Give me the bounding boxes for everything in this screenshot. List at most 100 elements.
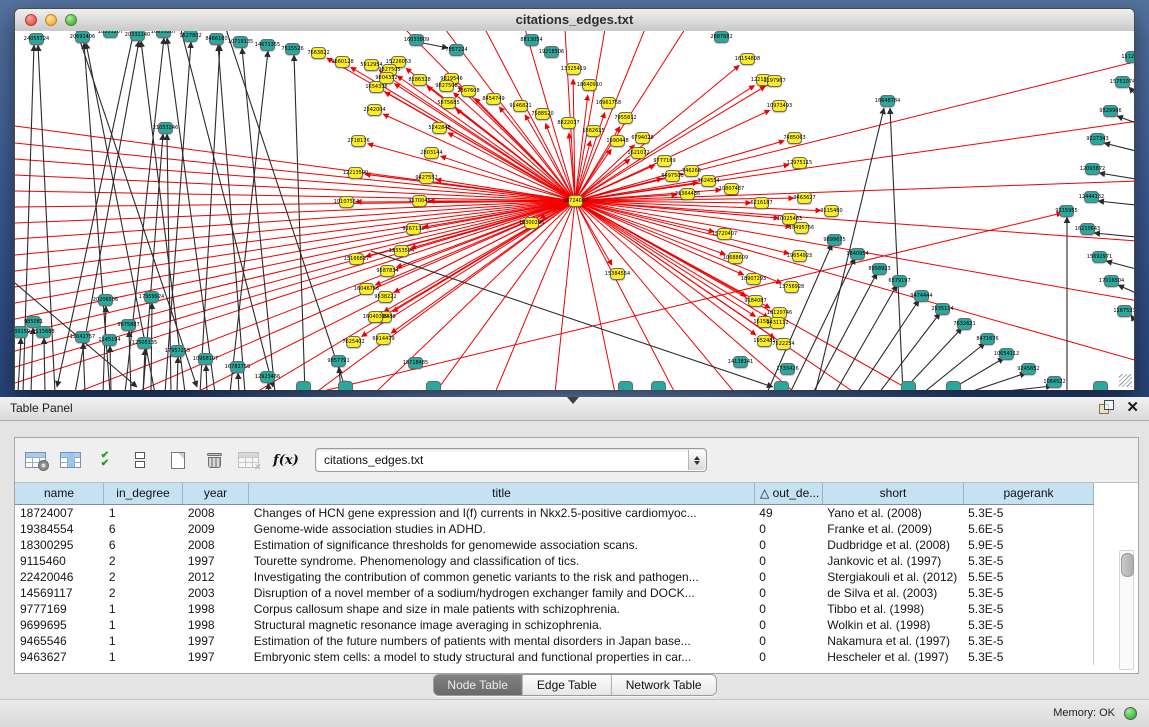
window-titlebar[interactable]: citations_edges.txt (15, 9, 1134, 32)
graph-node[interactable]: 8466160 (209, 33, 224, 45)
graph-node[interactable]: 9899675 (827, 234, 842, 246)
column-header-year[interactable]: year (183, 483, 249, 504)
graph-node[interactable]: 7522254 (776, 338, 791, 350)
graph-node[interactable]: 1621072 (631, 147, 646, 159)
window-resize-grip[interactable] (1119, 374, 1132, 387)
graph-node[interactable]: 5875685 (441, 97, 456, 109)
graph-node[interactable]: 2803144 (424, 147, 439, 159)
graph-node[interactable]: 9184087 (748, 295, 763, 307)
graph-edge[interactable] (1094, 233, 1134, 237)
graph-node[interactable]: 2718176 (351, 135, 366, 147)
graph-node[interactable]: 12213500 (348, 167, 363, 179)
graph-node[interactable]: 746266 (684, 165, 699, 177)
graph-edge[interactable] (575, 201, 615, 390)
column-header-in_degree[interactable]: in_degree (104, 483, 183, 504)
graph-edge[interactable] (575, 201, 1134, 361)
graph-node[interactable]: 21053346 (158, 122, 173, 134)
graph-node[interactable]: 12923466 (260, 371, 275, 383)
new-table-button[interactable] (165, 445, 191, 475)
graph-node[interactable]: 7588520 (535, 108, 550, 120)
table-row[interactable]: 1456911722003Disruption of a novel membe… (15, 585, 1093, 601)
graph-node[interactable]: 19654923 (792, 250, 807, 262)
graph-node[interactable]: 1115688 (36, 326, 51, 338)
graph-edge[interactable] (57, 31, 135, 387)
graph-edge[interactable] (371, 251, 773, 387)
tab-node-table[interactable]: Node Table (433, 675, 523, 695)
graph-node[interactable]: 1840954 (850, 248, 865, 260)
graph-node[interactable]: 12353594 (394, 245, 409, 257)
graph-node[interactable]: 12505135 (137, 337, 152, 349)
table-row[interactable]: 977716911998Corpus callosum shape and si… (15, 601, 1093, 617)
graph-node[interactable]: 7663822 (311, 47, 326, 59)
graph-node[interactable]: 1167533 (1117, 305, 1132, 317)
graph-node[interactable]: 1145194 (102, 334, 117, 346)
graph-edge[interactable] (423, 43, 448, 48)
graph-node[interactable]: 16782759 (230, 361, 245, 373)
close-panel-icon[interactable]: ✕ (1126, 400, 1139, 415)
graph-node[interactable]: 1112905 (1125, 51, 1134, 63)
graph-node[interactable]: 1197967 (767, 75, 782, 87)
tab-network-table[interactable]: Network Table (612, 675, 716, 695)
graph-edge[interactable] (143, 134, 163, 390)
graph-edge[interactable] (230, 51, 268, 390)
graph-node[interactable]: 21364436 (680, 188, 695, 200)
table-row[interactable]: 1830029562008Estimation of significance … (15, 537, 1093, 553)
graph-node[interactable]: 9975887 (121, 319, 136, 331)
graph-node[interactable]: 6379197 (892, 275, 907, 287)
graph-node[interactable]: 18907293 (746, 273, 761, 285)
graph-node[interactable]: 13325419 (566, 63, 581, 75)
delete-table-button[interactable]: ✕ (235, 445, 261, 475)
scrollbar-thumb[interactable] (1121, 553, 1134, 577)
graph-node[interactable]: 10107554 (339, 196, 354, 208)
graph-node[interactable]: 1990448 (610, 135, 625, 147)
graph-node[interactable]: 13756928 (784, 281, 799, 293)
graph-node[interactable]: 17359924 (144, 291, 159, 303)
graph-node[interactable]: 24055724 (29, 33, 44, 45)
graph-edge[interactable] (575, 181, 1134, 201)
graph-node[interactable] (946, 381, 961, 390)
graph-node[interactable]: 6497508 (665, 170, 680, 182)
graph-edge[interactable] (879, 313, 940, 390)
column-header-title[interactable]: title (249, 483, 755, 504)
graph-edge[interactable] (15, 201, 575, 335)
graph-node[interactable]: 17016504 (1104, 275, 1119, 287)
graph-node[interactable]: 9587834 (380, 265, 395, 277)
graph-edge[interactable] (989, 386, 1052, 390)
graph-node[interactable]: 1064522 (1047, 376, 1062, 388)
graph-node[interactable]: 14671355 (260, 39, 275, 51)
graph-edge[interactable] (38, 45, 55, 390)
graph-node[interactable]: 9777169 (657, 155, 672, 167)
graph-node[interactable]: 16046756 (359, 283, 374, 295)
graph-node[interactable]: 15751074 (1115, 76, 1130, 88)
graph-edge[interactable] (218, 45, 245, 390)
graph-node[interactable]: 18351207 (103, 31, 118, 38)
graph-node[interactable]: 9463627 (797, 192, 812, 204)
graph-edge[interactable] (1098, 201, 1134, 205)
graph-node[interactable] (901, 381, 916, 390)
graph-edge[interactable] (18, 338, 21, 390)
float-panel-icon[interactable] (1099, 400, 1114, 415)
graph-node[interactable]: 16961758 (601, 97, 616, 109)
graph-node[interactable]: 16040399 (368, 311, 383, 323)
graph-node[interactable] (651, 381, 666, 390)
graph-node[interactable]: 5242848 (432, 122, 447, 134)
unselect-all-button[interactable] (127, 445, 153, 475)
graph-edge[interactable] (967, 373, 1026, 390)
graph-node[interactable]: 16033809 (409, 34, 424, 46)
graph-node[interactable]: 3624554 (701, 175, 716, 187)
column-header-out_degree[interactable]: △ out_de... (755, 483, 823, 504)
graph-node[interactable]: 9170046 (412, 195, 427, 207)
graph-node[interactable]: 8471676 (980, 333, 995, 345)
graph-node[interactable] (296, 381, 311, 390)
graph-node[interactable] (426, 381, 441, 390)
column-header-short[interactable]: short (823, 483, 964, 504)
graph-node[interactable]: 15720407 (717, 228, 732, 240)
graph-node[interactable]: 9267130 (406, 223, 421, 235)
graph-hub-node[interactable]: 18724007 (568, 195, 583, 207)
graph-node[interactable]: 18640910 (582, 79, 597, 91)
graph-node[interactable]: 9245652 (1021, 363, 1036, 375)
graph-edge[interactable] (890, 108, 903, 390)
graph-node[interactable]: 9115460 (824, 205, 839, 217)
graph-node[interactable]: 6216187 (754, 197, 769, 209)
table-row[interactable]: 911546021997Tourette syndrome. Phenomeno… (15, 553, 1093, 569)
